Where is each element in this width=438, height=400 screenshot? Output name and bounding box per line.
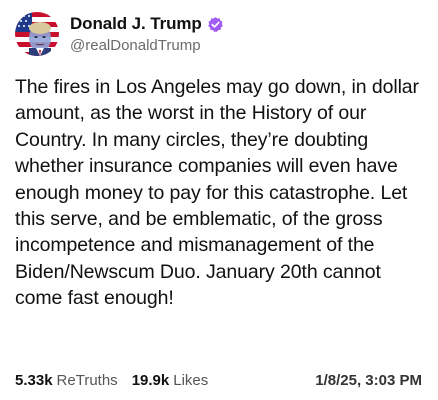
retruths-count: 5.33k xyxy=(15,372,53,389)
likes-count: 19.9k xyxy=(131,372,170,389)
verified-badge-icon xyxy=(207,16,224,33)
author-handle[interactable]: @realDonaldTrump xyxy=(70,37,224,54)
post-header: Donald J. Trump @realDonaldTrump xyxy=(15,12,224,56)
post-timestamp[interactable]: 1/8/25, 3:03 PM xyxy=(315,372,422,389)
post-body-text: The fires in Los Angeles may go down, in… xyxy=(15,76,419,310)
likes-label: Likes xyxy=(173,372,209,389)
avatar-image xyxy=(15,12,59,56)
retruths-label: ReTruths xyxy=(56,372,118,389)
avatar[interactable] xyxy=(15,12,59,56)
post-footer: 5.33k ReTruths 19.9k Likes 1/8/25, 3:03 … xyxy=(15,372,422,389)
likes-stat[interactable]: 19.9k Likes xyxy=(132,372,209,389)
author-display-name[interactable]: Donald J. Trump xyxy=(70,14,202,34)
author-info: Donald J. Trump @realDonaldTrump xyxy=(70,14,224,54)
post-card: Donald J. Trump @realDonaldTrump The fir… xyxy=(0,0,438,400)
retruths-stat[interactable]: 5.33k ReTruths xyxy=(15,372,118,389)
author-name-row: Donald J. Trump xyxy=(70,14,224,34)
